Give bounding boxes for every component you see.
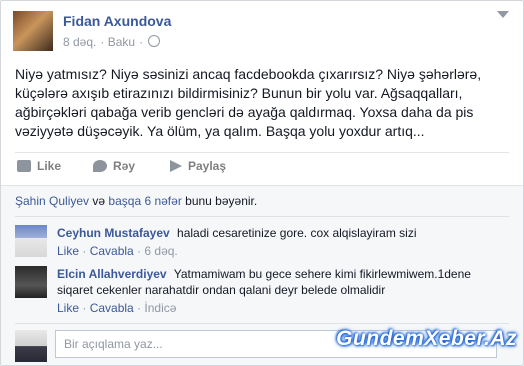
watermark-logo: GundemXeber.Az [336, 327, 517, 350]
reply-label: Rəy [113, 159, 136, 173]
commenter-avatar[interactable] [15, 266, 47, 298]
comment-icon [93, 160, 107, 172]
globe-icon [148, 35, 161, 47]
comment-reply-link[interactable]: Cavabla [90, 244, 134, 258]
post-time[interactable]: 8 dəq. [63, 35, 96, 49]
share-icon [170, 160, 182, 172]
divider [15, 323, 509, 324]
author-avatar[interactable] [13, 11, 53, 51]
comment-body: Ceyhun Mustafayev haladi cesaretinize go… [57, 225, 509, 259]
comment-text: haladi cesaretinize gore. cox alqislayir… [177, 226, 417, 240]
comment-body: Elcin Allahverdiyev Yatmamiwam bu gece s… [57, 266, 509, 316]
likes-summary: Şahin Quliyev və başqa 6 nəfər bunu bəyə… [15, 194, 257, 208]
divider [15, 216, 509, 217]
divider [15, 152, 509, 153]
current-user-avatar [15, 330, 47, 362]
likes-suffix: bunu bəyənir. [185, 194, 258, 208]
comment-item: Elcin Allahverdiyev Yatmamiwam bu gece s… [15, 266, 509, 318]
like-label: Like [37, 159, 62, 173]
liker-name-link[interactable]: Şahin Quliyev [15, 194, 89, 208]
comment-footer: Like · Cavabla · İndicə [57, 301, 177, 315]
likers-others-link[interactable]: başqa 6 nəfər [108, 194, 181, 208]
like-button[interactable]: Like [17, 159, 61, 173]
comment-reply-link[interactable]: Cavabla [90, 301, 134, 315]
comment-time[interactable]: 6 dəq. [144, 244, 177, 258]
post-text: Niyə yatmısız? Niyə səsinizi ancaq facde… [15, 66, 482, 139]
comment-item: Ceyhun Mustafayev haladi cesaretinize go… [15, 225, 509, 261]
comment-like-link[interactable]: Like [57, 244, 79, 258]
comment-like-link[interactable]: Like [57, 301, 79, 315]
chevron-down-icon[interactable] [497, 11, 509, 18]
author-name[interactable]: Fidan Axundova [63, 13, 171, 29]
share-label: Paylaş [188, 159, 227, 173]
post-card: Fidan Axundova 8 dəq. · Baku · Niyə yatmıs… [0, 0, 524, 366]
commenter-name[interactable]: Ceyhun Mustafayev [57, 226, 170, 240]
comment-time[interactable]: İndicə [144, 301, 176, 315]
share-button[interactable]: Paylaş [170, 159, 226, 173]
commenter-name[interactable]: Elcin Allahverdiyev [57, 267, 167, 281]
reply-button[interactable]: Rəy [93, 159, 135, 173]
likes-and: və [92, 194, 106, 208]
post-location[interactable]: Baku [108, 35, 135, 49]
post-meta: 8 dəq. · Baku · [63, 35, 164, 49]
commenter-avatar[interactable] [15, 225, 47, 257]
thumbs-up-icon [17, 160, 31, 172]
comment-footer: Like · Cavabla · 6 dəq. [57, 244, 178, 258]
